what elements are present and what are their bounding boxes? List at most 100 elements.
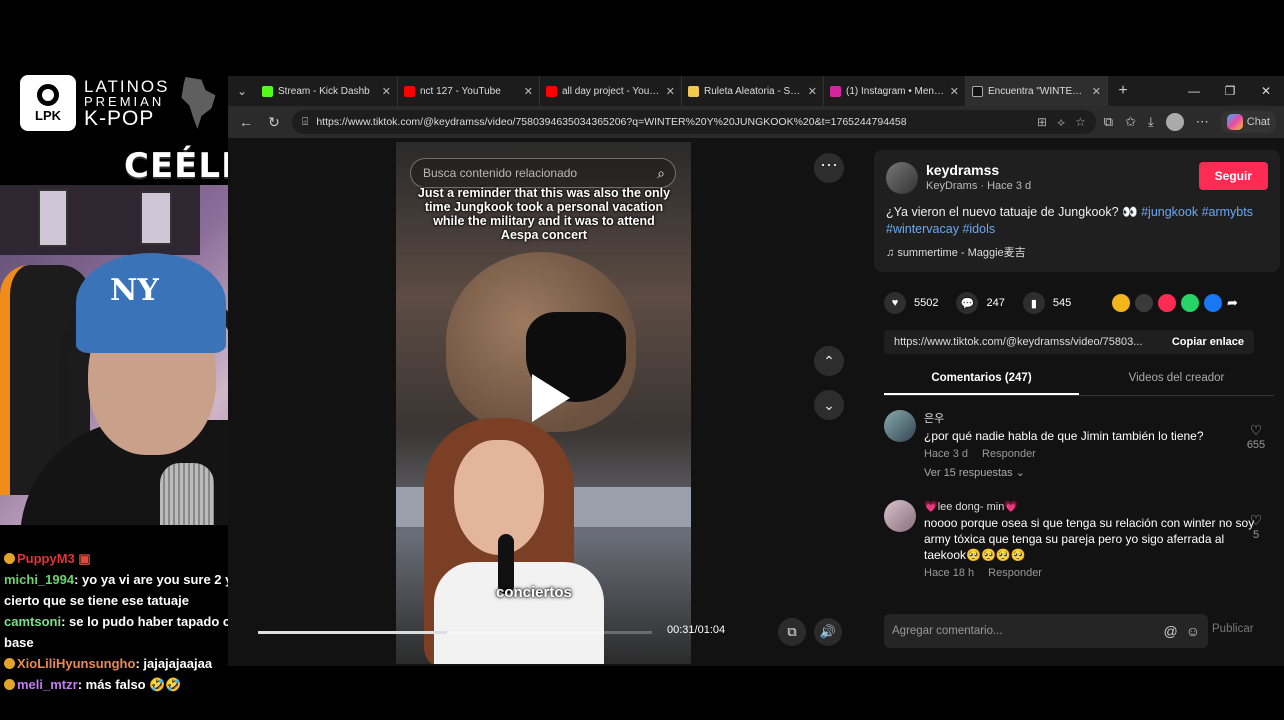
video-time: 00:31/01:04 [667, 624, 726, 636]
close-icon[interactable]: ✕ [524, 85, 533, 98]
video-search-box[interactable]: Busca contenido relacionado ⌕ [410, 158, 676, 188]
hashtag-link[interactable]: #jungkook [1141, 205, 1198, 219]
comment-like[interactable]: ♡ 5 [1244, 512, 1268, 541]
comment-icon[interactable]: 💬 [956, 292, 979, 314]
hashtag-link[interactable]: #wintervacay [886, 222, 959, 236]
favorite-star-icon[interactable]: ☆ [1075, 115, 1086, 130]
commenter-avatar[interactable] [884, 410, 916, 442]
comment-meta: Hace 18 h Responder [924, 567, 1268, 579]
url-field[interactable]: ⌹ https://www.tiktok.com/@keydramss/vide… [292, 110, 1096, 134]
tab-comments[interactable]: Comentarios (247) [884, 368, 1079, 395]
chat-badge-icon [4, 658, 15, 669]
like-count: 5502 [914, 297, 939, 309]
site-info-icon[interactable]: ⌹ [302, 116, 308, 129]
comment-input[interactable]: Agregar comentario... @ ☺ [884, 614, 1208, 648]
close-icon[interactable]: ✕ [808, 85, 817, 98]
latin-america-map-icon [181, 77, 216, 129]
wall-poster [38, 189, 68, 247]
tab-kick[interactable]: Stream - Kick Dashb ✕ [256, 76, 398, 106]
hashtag-link[interactable]: #idols [962, 222, 995, 236]
chat-text: : jajajajaajaa [135, 656, 213, 671]
close-icon[interactable]: ✕ [382, 85, 391, 98]
logo-wordmark: LATINOS PREMIAN K-POP [84, 78, 169, 129]
chat-text: : más falso 🤣🤣 [77, 677, 182, 692]
download-icon[interactable]: ⤓ [1148, 114, 1154, 130]
channel-logo: LPK LATINOS PREMIAN K-POP [20, 75, 217, 131]
commenter-avatar[interactable] [884, 500, 916, 532]
comment-username[interactable]: 💗lee dong- min💗 [924, 500, 1268, 513]
copilot-chat-button[interactable]: Chat [1220, 111, 1276, 133]
whatsapp-icon[interactable] [1181, 294, 1199, 312]
close-icon[interactable]: ✕ [950, 85, 959, 98]
picture-in-picture-icon[interactable]: ⧉ [778, 618, 806, 646]
tab-creator-videos[interactable]: Videos del creador [1079, 368, 1274, 395]
browser-window: ⌄ Stream - Kick Dashb ✕ nct 127 - YouTube… [228, 76, 1284, 666]
tab-youtube-allday[interactable]: all day project - YouTube ✕ [540, 76, 682, 106]
chat-username[interactable]: camtsoni [4, 614, 61, 629]
comment-username[interactable]: 은우 [924, 410, 1268, 426]
mention-icon[interactable]: @ [1163, 623, 1177, 639]
restore-icon[interactable]: ❐ [1212, 76, 1248, 106]
search-icon[interactable]: ⌕ [657, 165, 665, 182]
post-info-card: keydramss KeyDrams · Hace 3 d Seguir ¿Ya… [874, 150, 1280, 272]
logo-line-1: LATINOS [84, 76, 170, 96]
tab-youtube-nct[interactable]: nct 127 - YouTube ✕ [398, 76, 540, 106]
chat-username[interactable]: michi_1994 [4, 572, 74, 587]
heart-icon[interactable]: ♥ [884, 292, 906, 314]
tab-list-dropdown-icon[interactable]: ⌄ [228, 84, 256, 98]
more-menu-icon[interactable]: ⋯ [1196, 114, 1209, 130]
send-to-friends-icon[interactable] [1158, 294, 1176, 312]
view-replies-button[interactable]: Ver 15 respuestas ⌄ [924, 466, 1268, 479]
previous-video-icon[interactable]: ⌃ [814, 346, 844, 376]
creator-username[interactable]: keydramss [926, 162, 1031, 178]
follow-button[interactable]: Seguir [1198, 162, 1268, 190]
embed-code-icon[interactable] [1135, 294, 1153, 312]
tab-title: (1) Instagram • Mensajes [846, 85, 945, 97]
reply-button[interactable]: Responder [982, 448, 1036, 460]
creator-avatar[interactable] [886, 162, 918, 194]
back-arrow-icon[interactable]: ← [236, 114, 256, 130]
tab-title: Ruleta Aleatoria - Selecto [704, 85, 803, 97]
video-progress-bar[interactable] [258, 631, 652, 634]
more-options-icon[interactable]: ⋯ [814, 153, 844, 183]
extension-icon[interactable]: ⧉ [1104, 114, 1113, 130]
new-tab-button[interactable]: + [1108, 82, 1138, 100]
reply-button[interactable]: Responder [988, 567, 1042, 579]
favorites-icon[interactable]: ✩ [1125, 114, 1136, 130]
app-icon[interactable]: ⊞ [1037, 115, 1047, 130]
copilot-icon [1226, 114, 1243, 130]
minimize-icon[interactable]: — [1176, 76, 1212, 106]
close-icon[interactable]: ✕ [666, 85, 675, 98]
next-video-icon[interactable]: ⌄ [814, 390, 844, 420]
close-window-icon[interactable]: ✕ [1248, 76, 1284, 106]
comment-like-count: 655 [1246, 439, 1266, 451]
chat-username[interactable]: meli_mtzr [17, 677, 78, 692]
bookmark-icon[interactable]: ▮ [1022, 292, 1045, 314]
copy-link-button[interactable]: Copiar enlace [1162, 336, 1254, 348]
video-player[interactable]: Busca contenido relacionado ⌕ Just a rem… [396, 142, 691, 664]
publish-button[interactable]: Publicar [1212, 623, 1254, 635]
post-music[interactable]: ♫ summertime - Maggie麦吉 [886, 244, 1268, 260]
tiktok-page: Busca contenido relacionado ⌕ Just a rem… [228, 138, 1284, 666]
tab-ruleta[interactable]: Ruleta Aleatoria - Selecto ✕ [682, 76, 824, 106]
tab-tiktok[interactable]: Encuentra "WINTER Y JU ✕ [966, 76, 1108, 106]
comment-like[interactable]: ♡ 655 [1244, 422, 1268, 451]
emoji-icon[interactable]: ☺ [1186, 623, 1200, 639]
progress-fill [258, 631, 448, 634]
close-icon[interactable]: ✕ [1092, 85, 1101, 98]
tab-instagram[interactable]: (1) Instagram • Mensajes ✕ [824, 76, 966, 106]
volume-icon[interactable]: 🔊 [814, 618, 842, 646]
comment-text: noooo porque osea si que tenga su relaci… [924, 516, 1255, 562]
play-icon[interactable] [532, 374, 570, 422]
tab-bar: ⌄ Stream - Kick Dashb ✕ nct 127 - YouTube… [228, 76, 1284, 106]
reload-icon[interactable]: ↻ [264, 114, 284, 131]
repost-icon[interactable] [1112, 294, 1130, 312]
share-link-text[interactable]: https://www.tiktok.com/@keydramss/video/… [894, 336, 1162, 348]
profile-avatar[interactable] [1165, 113, 1184, 131]
hashtag-link[interactable]: #armybts [1202, 205, 1253, 219]
chat-username[interactable]: PuppyM3 [17, 551, 75, 566]
facebook-icon[interactable] [1204, 294, 1222, 312]
share-arrow-icon[interactable]: ➦ [1227, 295, 1238, 311]
chat-username[interactable]: XioLiliHyunsungho [17, 656, 135, 671]
translate-icon[interactable]: ⟡ [1057, 115, 1065, 130]
